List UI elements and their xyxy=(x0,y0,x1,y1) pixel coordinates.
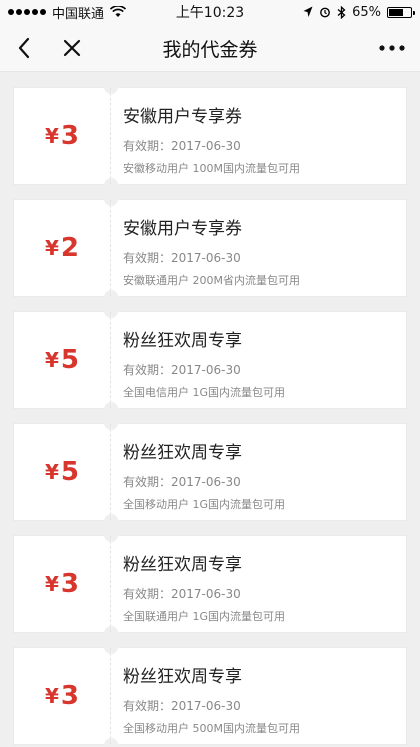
coupon-amount: 3 xyxy=(60,569,79,599)
coupon-amount: 3 xyxy=(60,121,79,151)
coupon-amount-area: ¥ 2 xyxy=(14,200,111,296)
coupon-validity: 有效期：2017-06-30 xyxy=(123,699,241,713)
coupon-description: 全国联通用户 1G国内流量包可用 xyxy=(123,610,286,623)
coupon-name: 粉丝狂欢周专享 xyxy=(123,667,242,687)
coupon-info: 安徽用户专享券 有效期：2017-06-30 安徽移动用户 100M国内流量包可… xyxy=(111,88,406,184)
nav-bar: 我的代金券 xyxy=(0,24,420,72)
alarm-icon xyxy=(320,7,330,18)
coupon-validity: 有效期：2017-06-30 xyxy=(123,587,241,601)
coupon-info: 粉丝狂欢周专享 有效期：2017-06-30 全国电信用户 1G国内流量包可用 xyxy=(111,312,406,408)
coupon-info: 粉丝狂欢周专享 有效期：2017-06-30 全国移动用户 1G国内流量包可用 xyxy=(111,424,406,520)
coupon-card[interactable]: ¥ 5 粉丝狂欢周专享 有效期：2017-06-30 全国电信用户 1G国内流量… xyxy=(9,311,406,409)
coupon-card[interactable]: ¥ 2 安徽用户专享券 有效期：2017-06-30 安徽联通用户 200M省内… xyxy=(9,199,406,297)
coupon-amount: 5 xyxy=(60,457,79,487)
currency-symbol: ¥ xyxy=(44,236,59,260)
coupon-card[interactable]: ¥ 3 粉丝狂欢周专享 有效期：2017-06-30 全国移动用户 500M国内… xyxy=(9,647,406,745)
coupon-amount-area: ¥ 5 xyxy=(14,424,111,520)
coupon-validity: 有效期：2017-06-30 xyxy=(123,475,241,489)
bluetooth-icon xyxy=(337,5,346,19)
coupon-validity: 有效期：2017-06-30 xyxy=(123,363,241,377)
currency-symbol: ¥ xyxy=(44,572,59,596)
coupon-info: 安徽用户专享券 有效期：2017-06-30 安徽联通用户 200M省内流量包可… xyxy=(111,200,406,296)
coupon-card[interactable]: ¥ 3 安徽用户专享券 有效期：2017-06-30 安徽移动用户 100M国内… xyxy=(9,87,406,185)
coupon-amount: 5 xyxy=(60,345,79,375)
close-icon xyxy=(63,39,81,57)
location-icon xyxy=(303,6,313,17)
battery-percent: 65% xyxy=(352,4,381,20)
chevron-left-icon xyxy=(18,37,30,59)
coupon-name: 粉丝狂欢周专享 xyxy=(123,443,242,463)
coupon-amount-area: ¥ 3 xyxy=(14,648,111,744)
coupon-info: 粉丝狂欢周专享 有效期：2017-06-30 全国移动用户 500M国内流量包可… xyxy=(111,648,406,744)
coupon-name: 安徽用户专享券 xyxy=(123,107,242,127)
close-button[interactable] xyxy=(54,24,90,72)
coupon-description: 全国移动用户 500M国内流量包可用 xyxy=(123,722,300,735)
coupon-card[interactable]: ¥ 5 粉丝狂欢周专享 有效期：2017-06-30 全国移动用户 1G国内流量… xyxy=(9,423,406,521)
currency-symbol: ¥ xyxy=(44,460,59,484)
coupon-name: 粉丝狂欢周专享 xyxy=(123,555,242,575)
coupon-name: 安徽用户专享券 xyxy=(123,219,242,239)
coupon-amount-area: ¥ 3 xyxy=(14,88,111,184)
currency-symbol: ¥ xyxy=(44,124,59,148)
coupon-amount-area: ¥ 3 xyxy=(14,536,111,632)
more-button[interactable] xyxy=(372,24,412,72)
back-button[interactable] xyxy=(6,24,42,72)
battery-icon xyxy=(387,6,415,18)
signal-icon xyxy=(8,9,46,15)
currency-symbol: ¥ xyxy=(44,684,59,708)
coupon-amount: 2 xyxy=(60,233,79,263)
coupon-validity: 有效期：2017-06-30 xyxy=(123,139,241,153)
coupon-list: ¥ 3 安徽用户专享券 有效期：2017-06-30 安徽移动用户 100M国内… xyxy=(0,72,420,745)
coupon-name: 粉丝狂欢周专享 xyxy=(123,331,242,351)
status-right: 65% xyxy=(303,4,415,20)
coupon-card[interactable]: ¥ 3 粉丝狂欢周专享 有效期：2017-06-30 全国联通用户 1G国内流量… xyxy=(9,535,406,633)
carrier-label: 中国联通 xyxy=(52,6,105,22)
coupon-list-container[interactable]: ¥ 3 安徽用户专享券 有效期：2017-06-30 安徽移动用户 100M国内… xyxy=(0,72,420,747)
coupon-amount: 3 xyxy=(60,681,79,711)
coupon-amount-area: ¥ 5 xyxy=(14,312,111,408)
coupon-description: 全国移动用户 1G国内流量包可用 xyxy=(123,498,286,511)
coupon-info: 粉丝狂欢周专享 有效期：2017-06-30 全国联通用户 1G国内流量包可用 xyxy=(111,536,406,632)
currency-symbol: ¥ xyxy=(44,348,59,372)
status-left: 中国联通 xyxy=(8,3,127,22)
status-bar: 中国联通 上午10:23 65% xyxy=(0,0,420,24)
coupon-description: 安徽联通用户 200M省内流量包可用 xyxy=(123,274,300,287)
coupon-description: 全国电信用户 1G国内流量包可用 xyxy=(123,386,286,399)
more-icon xyxy=(379,45,405,51)
coupon-validity: 有效期：2017-06-30 xyxy=(123,251,241,265)
wifi-icon xyxy=(110,6,127,17)
coupon-description: 安徽移动用户 100M国内流量包可用 xyxy=(123,162,300,175)
